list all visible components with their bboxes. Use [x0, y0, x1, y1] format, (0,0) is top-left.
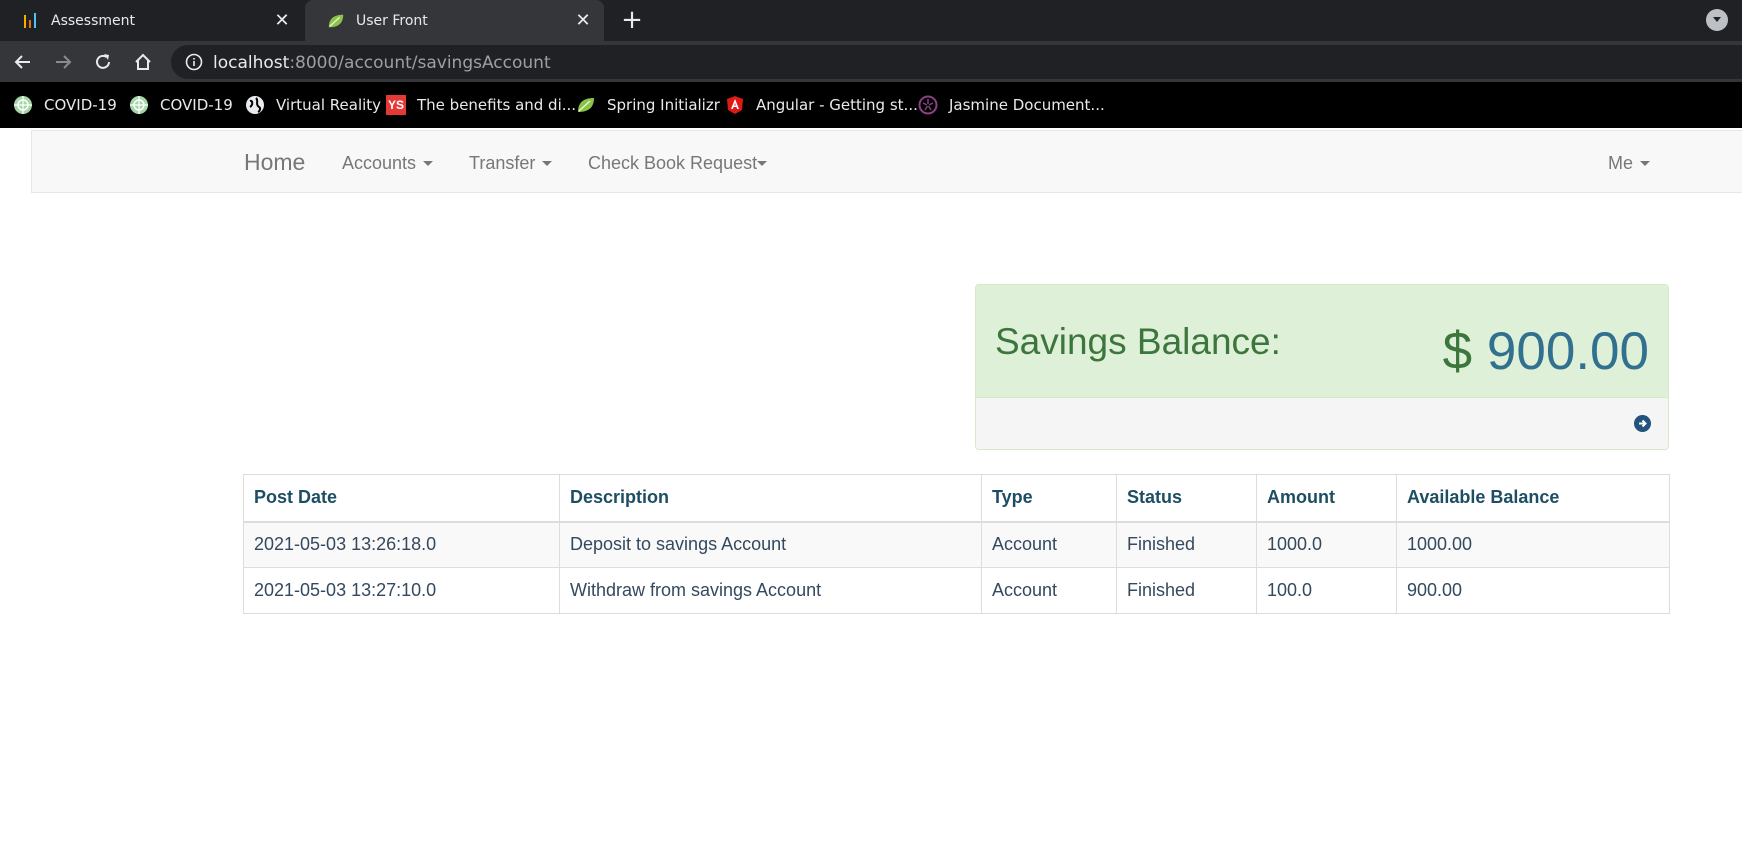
transactions-table: Post Date Description Type Status Amount…	[243, 474, 1670, 614]
url-host: localhost	[213, 53, 290, 73]
column-header-status: Status	[1116, 474, 1257, 523]
back-arrow-icon	[14, 55, 30, 69]
nav-accounts-label: Accounts	[342, 153, 417, 173]
column-header-description: Description	[559, 474, 982, 523]
bookmark-label: Angular - Getting st...	[756, 96, 918, 114]
bar-chart-icon	[22, 12, 40, 30]
caret-down-icon	[542, 160, 553, 166]
cell-amount: 1000.0	[1256, 521, 1397, 568]
nav-transfer-label: Transfer	[469, 153, 536, 173]
nav-check-book-request-dropdown[interactable]: Check Book Request	[588, 153, 768, 174]
close-icon[interactable]: ✕	[271, 10, 293, 32]
column-header-post-date: Post Date	[243, 474, 560, 523]
close-icon[interactable]: ✕	[572, 10, 594, 32]
angular-icon	[725, 95, 745, 115]
covid-globe-icon	[13, 95, 33, 115]
browser-toolbar: localhost:8000/account/savingsAccount	[0, 41, 1742, 82]
chevron-down-icon	[1713, 17, 1721, 22]
forward-arrow-icon	[56, 55, 72, 69]
nav-accounts-dropdown[interactable]: Accounts	[342, 153, 434, 174]
balance-label: Savings Balance:	[995, 321, 1281, 362]
jasmine-icon	[918, 95, 938, 115]
tab-title: User Front	[356, 12, 428, 29]
cell-available-balance: 900.00	[1396, 567, 1670, 614]
spring-leaf-icon	[327, 12, 345, 30]
home-button[interactable]	[130, 50, 156, 74]
cell-status: Finished	[1116, 567, 1257, 614]
table-header-row: Post Date Description Type Status Amount…	[243, 474, 1670, 523]
cell-description: Deposit to savings Account	[559, 521, 982, 568]
column-header-amount: Amount	[1256, 474, 1397, 523]
bookmark-spring-initializr[interactable]: Spring Initializr	[576, 93, 720, 117]
arrow-circle-right-icon[interactable]	[1634, 415, 1651, 432]
page-content: Home Accounts Transfer Check Book Reques…	[0, 128, 1742, 855]
cell-status: Finished	[1116, 521, 1257, 568]
column-header-type: Type	[981, 474, 1117, 523]
caret-down-icon	[423, 160, 434, 166]
bookmark-label: Virtual Reality	[276, 96, 382, 114]
bookmark-label: COVID-19	[160, 96, 233, 114]
nav-home-link[interactable]: Home	[244, 149, 305, 176]
caret-down-icon	[757, 160, 768, 166]
reload-icon	[96, 54, 110, 69]
bookmark-label: The benefits and di...	[417, 96, 577, 114]
table-row: 2021-05-03 13:27:10.0 Withdraw from savi…	[243, 567, 1670, 614]
savings-balance-panel: Savings Balance: $ 900.00	[975, 284, 1669, 450]
cell-available-balance: 1000.00	[1396, 521, 1670, 568]
nav-transfer-dropdown[interactable]: Transfer	[469, 153, 553, 174]
url-path: :8000/account/savingsAccount	[289, 53, 551, 73]
cell-description: Withdraw from savings Account	[559, 567, 982, 614]
back-button[interactable]	[10, 50, 36, 74]
bookmark-virtual-reality[interactable]: Virtual Reality	[245, 93, 381, 117]
bookmark-angular[interactable]: Angular - Getting st...	[725, 93, 918, 117]
tab-search-button[interactable]	[1706, 9, 1728, 31]
balance-panel-footer[interactable]	[976, 398, 1668, 449]
cell-type: Account	[981, 521, 1117, 568]
bookmark-label: Jasmine Document...	[949, 96, 1105, 114]
ys-icon: YS	[386, 95, 406, 115]
bookmark-covid-19[interactable]: COVID-19	[13, 93, 117, 117]
balance-amount: $ 900.00	[1443, 321, 1649, 382]
globe-icon	[245, 95, 265, 115]
balance-panel-heading: Savings Balance: $ 900.00	[976, 285, 1668, 398]
browser-tab-strip: Assessment ✕ User Front ✕ +	[0, 0, 1742, 41]
covid-globe-icon	[129, 95, 149, 115]
cell-post-date: 2021-05-03 13:27:10.0	[243, 567, 560, 614]
forward-button[interactable]	[50, 50, 76, 74]
nav-me-dropdown[interactable]: Me	[1608, 153, 1651, 174]
address-bar[interactable]: localhost:8000/account/savingsAccount	[171, 45, 1742, 79]
cell-post-date: 2021-05-03 13:26:18.0	[243, 521, 560, 568]
bookmark-label: Spring Initializr	[607, 96, 720, 114]
browser-tab-user-front[interactable]: User Front ✕	[305, 0, 604, 41]
reload-button[interactable]	[90, 50, 116, 74]
cell-type: Account	[981, 567, 1117, 614]
bookmark-covid-19[interactable]: COVID-19	[129, 93, 233, 117]
bookmark-ys-article[interactable]: YS The benefits and di...	[386, 93, 576, 117]
new-tab-button[interactable]: +	[618, 7, 646, 34]
table-row: 2021-05-03 13:26:18.0 Deposit to savings…	[243, 521, 1670, 568]
site-navbar: Home Accounts Transfer Check Book Reques…	[31, 130, 1742, 193]
currency-symbol: $	[1442, 322, 1473, 381]
caret-down-icon	[1640, 160, 1651, 166]
balance-value: 900.00	[1486, 322, 1649, 381]
bookmarks-bar: COVID-19 COVID-19 Virtual Reality YS The…	[0, 82, 1742, 128]
cell-amount: 100.0	[1256, 567, 1397, 614]
column-header-available-balance: Available Balance	[1396, 474, 1670, 523]
nav-check-book-label: Check Book Request	[588, 153, 758, 173]
spring-leaf-icon	[576, 95, 596, 115]
bookmark-label: COVID-19	[44, 96, 117, 114]
url-text[interactable]: localhost:8000/account/savingsAccount	[213, 53, 551, 73]
home-icon	[135, 53, 151, 70]
browser-tab-assessment[interactable]: Assessment ✕	[0, 0, 303, 41]
nav-me-label: Me	[1608, 153, 1634, 173]
tab-title: Assessment	[51, 12, 135, 29]
bookmark-jasmine[interactable]: Jasmine Document...	[918, 93, 1105, 117]
info-icon[interactable]	[185, 53, 203, 71]
